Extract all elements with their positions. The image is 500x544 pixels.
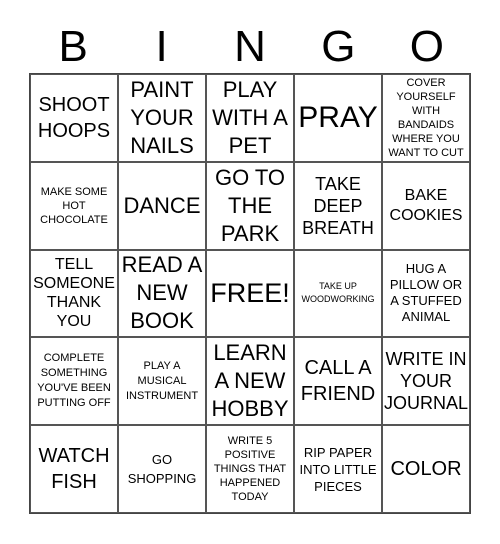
bingo-header: B I N G O [29,22,471,72]
bingo-cell[interactable]: SHOOT HOOPS [30,74,118,162]
cell-text: CALL A FRIEND [300,357,376,406]
bingo-cell[interactable]: HUG A PILLOW OR A STUFFED ANIMAL [382,249,470,338]
cell-text: COLOR [390,458,462,481]
bingo-cell[interactable]: TAKE DEEP BREATH [294,161,382,250]
bingo-card-grid: SHOOT HOOPS PAINT YOUR NAILS PLAY WITH A… [29,73,471,514]
cell-text: WRITE 5 POSITIVE THINGS THAT HAPPENED TO… [213,435,287,504]
bingo-cell[interactable]: PLAY A MUSICAL INSTRUMENT [118,337,206,426]
header-letter-n: N [234,22,266,71]
bingo-cell[interactable]: WATCH FISH [30,425,118,513]
bingo-cell[interactable]: PAINT YOUR NAILS [118,74,206,162]
bingo-cell[interactable]: COVER YOURSELF WITH BANDAIDS WHERE YOU W… [382,74,470,162]
cell-text: SHOOT HOOPS [37,93,111,142]
bingo-cell[interactable]: TAKE UP WOODWORKING [294,249,382,338]
cell-text: COVER YOURSELF WITH BANDAIDS WHERE YOU W… [388,76,464,159]
bingo-cell[interactable]: PLAY WITH A PET [206,74,294,162]
bingo-cell[interactable]: READ A NEW BOOK [118,249,206,338]
bingo-cell[interactable]: COMPLETE SOMETHING YOU'VE BEEN PUTTING O… [30,337,118,426]
cell-text: TAKE DEEP BREATH [302,173,374,238]
bingo-cell[interactable]: RIP PAPER INTO LITTLE PIECES [294,425,382,513]
bingo-cell[interactable]: CALL A FRIEND [294,337,382,426]
bingo-cell[interactable]: WRITE IN YOUR JOURNAL [382,337,470,426]
cell-text: READ A NEW BOOK [121,252,203,334]
cell-text: RIP PAPER INTO LITTLE PIECES [299,444,377,494]
bingo-cell[interactable]: GO SHOPPING [118,425,206,513]
header-letter-b: B [58,22,88,71]
free-space-text: FREE! [210,278,290,309]
cell-text: TAKE UP WOODWORKING [301,281,375,305]
bingo-cell[interactable]: LEARN A NEW HOBBY [206,337,294,426]
cell-text: PLAY A MUSICAL INSTRUMENT [125,359,199,402]
bingo-cell[interactable]: COLOR [382,425,470,513]
bingo-cell[interactable]: BAKE COOKIES [382,161,470,250]
cell-text: COMPLETE SOMETHING YOU'VE BEEN PUTTING O… [37,352,111,410]
header-letter-o: O [409,22,444,71]
bingo-cell[interactable]: DANCE [118,161,206,250]
bingo-cell[interactable]: MAKE SOME HOT CHOCOLATE [30,161,118,250]
cell-text: PRAY [298,100,378,134]
cell-text: PAINT YOUR NAILS [130,76,194,158]
cell-text: BAKE COOKIES [389,186,463,224]
cell-text: TELL SOMEONE THANK YOU [33,256,115,331]
cell-text: GO TO THE PARK [214,164,286,246]
cell-text: WRITE IN YOUR JOURNAL [384,349,469,414]
bingo-cell[interactable]: WRITE 5 POSITIVE THINGS THAT HAPPENED TO… [206,425,294,513]
bingo-cell[interactable]: PRAY [294,74,382,162]
header-letter-i: I [155,22,168,71]
cell-text: WATCH FISH [38,445,110,494]
cell-text: LEARN A NEW HOBBY [211,340,289,422]
cell-text: MAKE SOME HOT CHOCOLATE [40,185,108,226]
cell-text: HUG A PILLOW OR A STUFFED ANIMAL [389,261,463,325]
bingo-cell[interactable]: TELL SOMEONE THANK YOU [30,249,118,338]
bingo-cell[interactable]: FREE! [206,249,294,338]
bingo-cell[interactable]: GO TO THE PARK [206,161,294,250]
cell-text: GO SHOPPING [127,452,197,487]
cell-text: DANCE [123,192,201,218]
header-letter-g: G [321,22,356,71]
cell-text: PLAY WITH A PET [212,76,288,158]
